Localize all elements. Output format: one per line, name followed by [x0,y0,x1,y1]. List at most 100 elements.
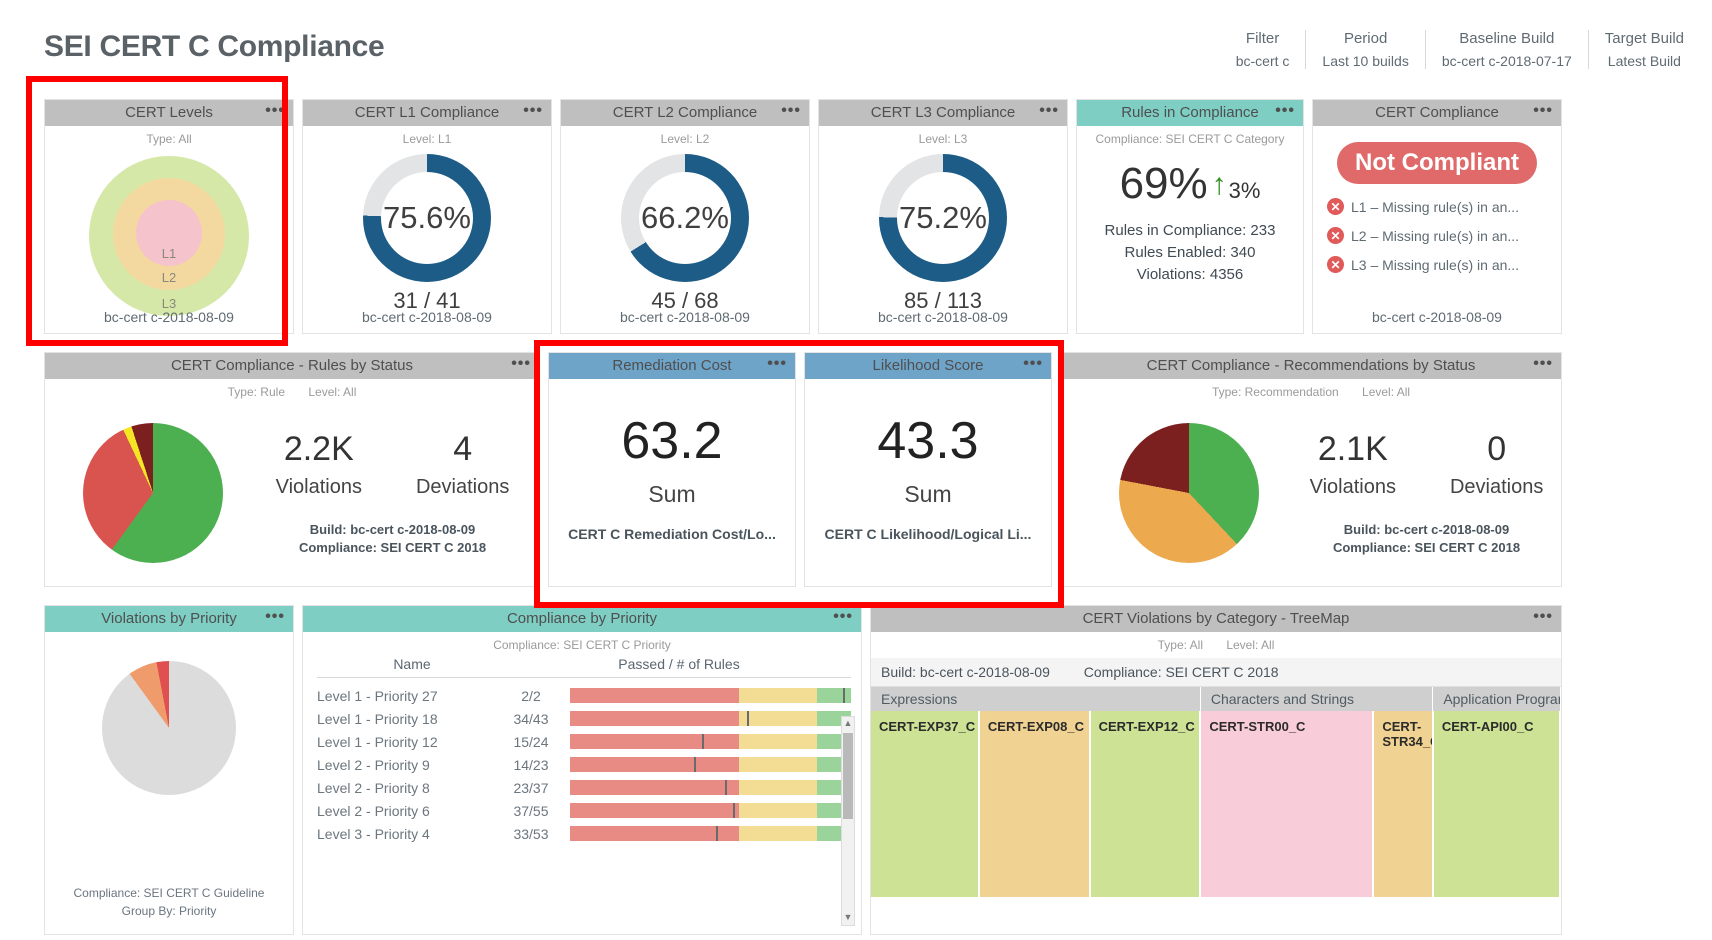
table-row[interactable]: Level 1 - Priority 27 2/2 [317,684,851,707]
remediation-cost-aggregate: Sum [648,481,696,507]
widget-remediation-cost[interactable]: Remediation Cost ••• 63.2 Sum CERT C Rem… [548,352,796,587]
cert-l1-menu-icon[interactable]: ••• [523,100,543,126]
widget-violations-by-priority[interactable]: Violations by Priority ••• Compliance: S… [44,605,294,935]
widget-cert-l2-compliance[interactable]: CERT L2 Compliance ••• Level: L2 66.2% 4… [560,99,810,334]
rules-in-compliance-menu-icon[interactable]: ••• [1275,100,1295,126]
filter-control-filter[interactable]: Filter bc-cert c [1220,30,1306,69]
compliance-by-priority-menu-icon[interactable]: ••• [833,606,853,632]
remediation-cost-menu-icon[interactable]: ••• [767,353,787,379]
violations-by-priority-header: Violations by Priority ••• [45,606,293,632]
cert-l2-footer: bc-cert c-2018-08-09 [620,309,750,325]
treemap-cells[interactable]: CERT-EXP37_C CERT-EXP08_C CERT-EXP12_C CERT… [871,711,1561,899]
rules-by-status-menu-icon[interactable]: ••• [511,353,531,379]
treemap-cell[interactable]: CERT-EXP37_C [871,711,980,899]
table-row[interactable]: Level 1 - Priority 18 34/43 [317,707,851,730]
scroll-down-icon[interactable]: ▼ [842,911,854,923]
widget-cert-l3-compliance[interactable]: CERT L3 Compliance ••• Level: L3 75.2% 8… [818,99,1068,334]
treemap-build: Build: bc-cert c-2018-08-09 [881,664,1050,680]
widget-rules-in-compliance[interactable]: Rules in Compliance ••• Compliance: SEI … [1076,99,1304,334]
cert-compliance-menu-icon[interactable]: ••• [1533,100,1553,126]
cert-l2-menu-icon[interactable]: ••• [781,100,801,126]
row-progress-bar [570,757,851,772]
rules-violations-label: Violations [275,476,362,499]
table-row[interactable]: Level 2 - Priority 8 23/37 [317,776,851,799]
table-body[interactable]: Level 1 - Priority 27 2/2 Level 1 - Priori… [317,684,851,845]
cert-l3-menu-icon[interactable]: ••• [1039,100,1059,126]
recommendations-by-status-header: CERT Compliance - Recommendations by Sta… [1061,353,1561,379]
filter-control-target-build[interactable]: Target Build Latest Build [1587,30,1700,69]
scroll-up-icon[interactable]: ▲ [842,717,854,729]
cert-levels-menu-icon[interactable]: ••• [265,100,285,126]
treemap-cell[interactable]: CERT-STR00_C [1201,711,1375,899]
row-ratio: 34/43 [513,710,549,727]
scrollbar-thumb[interactable] [843,733,853,819]
recommendations-violations-value: 2.1K [1317,430,1388,468]
table-row[interactable]: Level 3 - Priority 4 33/53 [317,822,851,845]
widget-recommendations-by-status[interactable]: CERT Compliance - Recommendations by Sta… [1060,352,1562,587]
rules-in-compliance-header: Rules in Compliance ••• [1077,100,1303,126]
row-ratio: 15/24 [513,733,549,750]
recommendations-build: Build: bc-cert c-2018-08-09 [1343,522,1510,538]
target-build-label: Target Build [1604,30,1684,47]
treemap-cell[interactable]: CERT-EXP08_C [979,711,1091,899]
table-row[interactable]: Level 2 - Priority 6 37/55 [317,799,851,822]
cert-l3-subtitle: Level: L3 [918,132,968,146]
row-name: Level 3 - Priority 4 [317,825,430,842]
widget-violations-treemap[interactable]: CERT Violations by Category - TreeMap ••… [870,605,1562,935]
error-x-icon: ✕ [1327,198,1344,215]
remediation-cost-value: 63.2 [621,412,723,470]
filter-control-period[interactable]: Period Last 10 builds [1305,30,1424,69]
treemap-menu-icon[interactable]: ••• [1533,606,1553,632]
recommendations-by-status-pie-chart[interactable] [1119,423,1259,563]
widget-compliance-by-priority[interactable]: Compliance by Priority ••• Compliance: S… [302,605,862,935]
treemap-cell[interactable]: CERT-API00_C [1433,711,1561,899]
cert-l1-title: CERT L1 Compliance [354,104,500,121]
table-row[interactable]: Level 1 - Priority 12 15/24 [317,730,851,753]
violations-by-priority-pie-chart[interactable] [102,661,236,795]
widget-cert-l1-compliance[interactable]: CERT L1 Compliance ••• Level: L1 75.6% 3… [302,99,552,334]
recommendations-violations-label: Violations [1309,476,1396,499]
violations-by-priority-footer: Compliance: SEI CERT C Guideline Group B… [45,884,293,920]
recommendations-by-status-menu-icon[interactable]: ••• [1533,353,1553,379]
recommendations-deviations-stat: 0 Deviations [1450,430,1543,499]
cert-l2-header: CERT L2 Compliance ••• [561,100,809,126]
likelihood-score-aggregate: Sum [904,481,952,507]
filter-control-baseline-build[interactable]: Baseline Build bc-cert c-2018-07-17 [1424,30,1588,69]
rules-by-status-title: CERT Compliance - Rules by Status [170,357,414,374]
list-item[interactable]: ✕ L2 – Missing rule(s) in an... [1327,227,1561,244]
rules-by-status-pie-chart[interactable] [83,423,223,563]
violations-by-priority-groupby: Group By: Priority [121,904,217,918]
remediation-cost-caption: CERT C Remediation Cost/Lo... [568,526,776,542]
likelihood-score-menu-icon[interactable]: ••• [1023,353,1043,379]
cert-l1-footer: bc-cert c-2018-08-09 [362,309,492,325]
row-ratio: 2/2 [521,687,541,704]
cert-levels-footer: bc-cert c-2018-08-09 [104,309,234,325]
recommendations-deviations-value: 0 [1487,430,1507,468]
row-ratio: 37/55 [513,802,549,819]
cert-l1-donut-hole: 75.6% [381,172,473,264]
row-name: Level 2 - Priority 8 [317,779,430,796]
table-scrollbar[interactable]: ▲ ▼ [841,716,855,926]
cert-compliance-header: CERT Compliance ••• [1313,100,1561,126]
rules-in-compliance-details: Rules in Compliance: 233 Rules Enabled: … [1077,220,1303,286]
treemap-cell[interactable]: CERT-STR34_C [1374,711,1434,899]
period-label: Period [1343,30,1388,47]
table-header-row: Name Passed / # of Rules [317,656,851,678]
widget-cert-compliance[interactable]: CERT Compliance ••• Not Compliant ✕ L1 –… [1312,99,1562,334]
widget-likelihood-score[interactable]: Likelihood Score ••• 43.3 Sum CERT C Lik… [804,352,1052,587]
cert-compliance-footer: bc-cert c-2018-08-09 [1372,309,1502,325]
recommendations-compliance: Compliance: SEI CERT C 2018 [1332,540,1521,556]
widget-rules-by-status[interactable]: CERT Compliance - Rules by Status ••• Ty… [44,352,540,587]
treemap-cell[interactable]: CERT-EXP12_C [1090,711,1202,899]
compliance-by-priority-subtitle: Compliance: SEI CERT C Priority [493,638,671,652]
list-item[interactable]: ✕ L1 – Missing rule(s) in an... [1327,198,1561,215]
table-row[interactable]: Level 2 - Priority 9 14/23 [317,753,851,776]
violations-by-priority-menu-icon[interactable]: ••• [265,606,285,632]
list-item[interactable]: ✕ L3 – Missing rule(s) in an... [1327,256,1561,273]
widget-cert-levels[interactable]: CERT Levels ••• Type: All L3 L2 L1 bc-ce… [44,99,294,334]
row-ratio: 33/53 [513,825,549,842]
filter-value: bc-cert c [1235,53,1290,69]
rules-in-compliance-line-2: Rules Enabled: 340 [1124,244,1256,261]
remediation-cost-header: Remediation Cost ••• [549,353,795,379]
cert-l1-header: CERT L1 Compliance ••• [303,100,551,126]
